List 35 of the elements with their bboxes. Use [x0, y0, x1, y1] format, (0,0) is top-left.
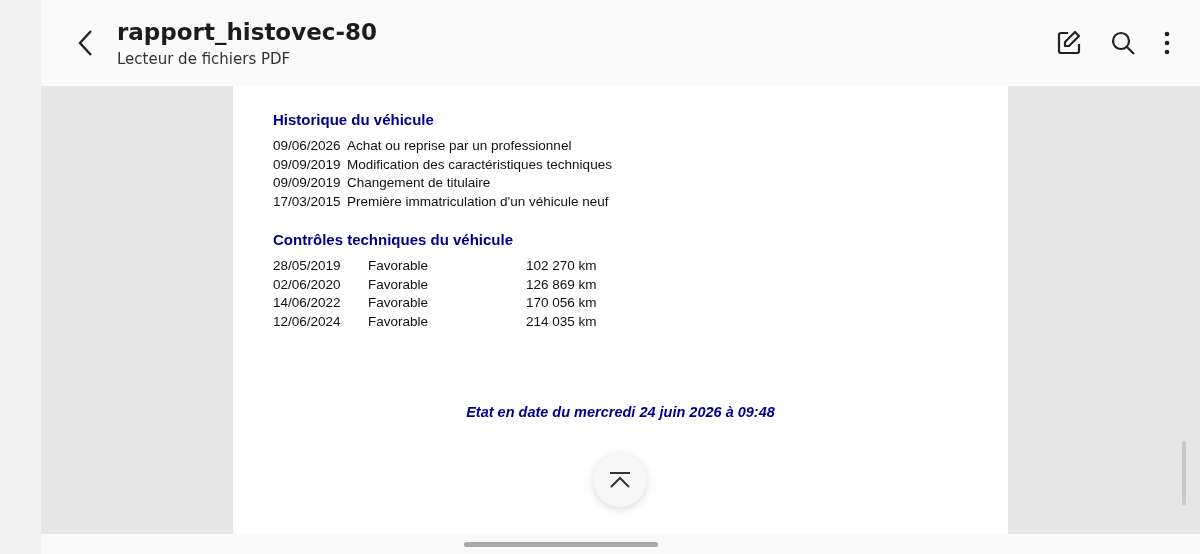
inspection-date: 12/06/2024 — [273, 312, 342, 331]
app-subtitle: Lecteur de fichiers PDF — [117, 50, 292, 68]
inspection-mileage: 126 869 km — [526, 275, 597, 294]
history-event: Changement de titulaire — [347, 174, 491, 192]
history-date: 09/09/2019 — [273, 155, 342, 174]
history-date: 09/06/2026 — [273, 137, 342, 155]
inspection-date: 02/06/2020 — [273, 275, 342, 294]
inspection-result: Favorable — [368, 275, 430, 294]
history-event: Première immatriculation d'un véhicule neuf — [347, 192, 609, 211]
scroll-to-top-icon — [609, 471, 631, 489]
section-heading: Contrôles techniques du véhicule — [273, 231, 515, 248]
scroll-to-top-button[interactable] — [593, 453, 647, 507]
edit-button[interactable] — [1056, 30, 1082, 56]
inspection-result: Favorable — [368, 294, 430, 312]
history-event: Achat ou reprise par un professionnel — [347, 137, 572, 155]
inspection-mileage: 170 056 km — [526, 294, 597, 312]
inspection-result: Favorable — [368, 312, 430, 331]
inspection-result: Favorable — [368, 257, 430, 275]
more-icon — [1164, 31, 1170, 55]
more-button[interactable] — [1164, 31, 1170, 55]
inspection-date: 14/06/2022 — [273, 294, 342, 312]
history-date: 17/03/2015 — [273, 192, 342, 211]
section-heading: Historique du véhicule — [273, 111, 435, 128]
edit-icon — [1056, 30, 1082, 56]
back-button[interactable] — [77, 29, 93, 57]
report-date: Etat en date du mercredi 24 juin 2026 à 09:48 — [465, 404, 776, 420]
history-event: Modification des caractéristiques techniques — [347, 155, 612, 174]
search-icon — [1110, 30, 1136, 56]
inspection-mileage: 214 035 km — [526, 312, 597, 331]
inspection-mileage: 102 270 km — [526, 257, 597, 275]
search-button[interactable] — [1110, 30, 1136, 56]
inspection-date: 28/05/2019 — [273, 257, 342, 275]
back-icon — [77, 29, 93, 57]
document-title: rapport_histovec-80 — [117, 18, 378, 46]
history-date: 09/09/2019 — [273, 174, 342, 192]
